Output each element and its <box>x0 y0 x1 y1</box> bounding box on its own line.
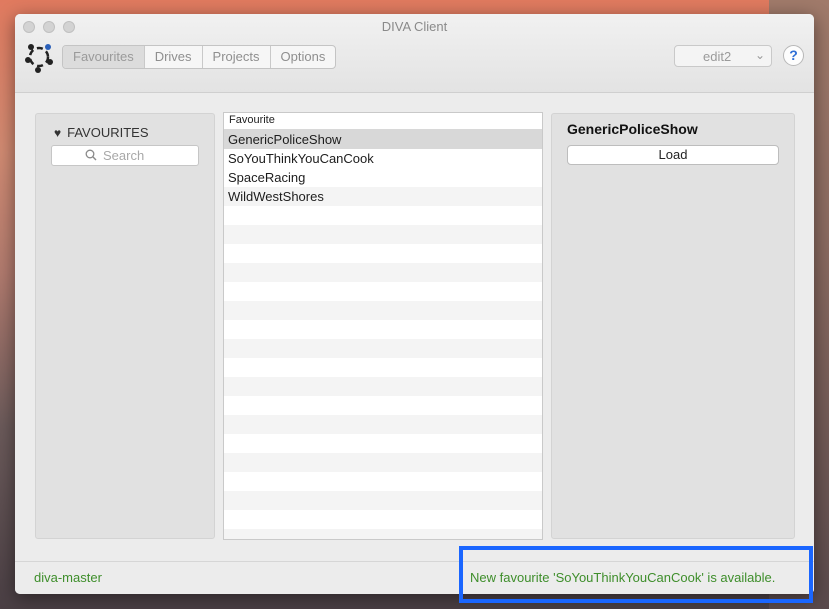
tab-projects[interactable]: Projects <box>203 46 271 68</box>
detail-panel: GenericPoliceShow Load <box>551 113 795 539</box>
empty-row <box>224 415 542 434</box>
detail-title: GenericPoliceShow <box>567 121 698 137</box>
empty-row <box>224 206 542 225</box>
empty-row <box>224 263 542 282</box>
status-message-highlight <box>459 546 813 603</box>
favourites-heading: ♥ FAVOURITES <box>54 125 149 140</box>
empty-row <box>224 301 542 320</box>
search-input[interactable]: Search <box>51 145 199 166</box>
table-row[interactable]: SoYouThinkYouCanCook <box>224 149 542 168</box>
empty-row <box>224 358 542 377</box>
empty-row <box>224 510 542 529</box>
empty-row <box>224 491 542 510</box>
empty-row <box>224 244 542 263</box>
tab-drives[interactable]: Drives <box>145 46 203 68</box>
table-row[interactable]: GenericPoliceShow <box>224 130 542 149</box>
titlebar: DIVA Client Favourites Drives Projects O… <box>15 14 814 93</box>
tab-favourites[interactable]: Favourites <box>63 46 145 68</box>
empty-row <box>224 453 542 472</box>
search-placeholder: Search <box>103 148 145 163</box>
server-status: diva-master <box>34 570 102 585</box>
app-window: DIVA Client Favourites Drives Projects O… <box>15 14 814 594</box>
empty-row <box>224 472 542 491</box>
empty-row <box>224 282 542 301</box>
chevron-down-icon: ⌄ <box>754 48 765 62</box>
favourites-sidebar: ♥ FAVOURITES Search <box>35 113 215 539</box>
load-button[interactable]: Load <box>567 145 779 165</box>
favourites-table[interactable]: Favourite GenericPoliceShow SoYouThinkYo… <box>223 112 543 540</box>
empty-row <box>224 377 542 396</box>
site-select-value: edit2 <box>703 49 732 64</box>
main-tabs: Favourites Drives Projects Options <box>62 45 337 69</box>
site-select[interactable]: edit2 ⌄ <box>674 45 772 67</box>
empty-row <box>224 225 542 244</box>
empty-row <box>224 320 542 339</box>
empty-row <box>224 339 542 358</box>
empty-row <box>224 396 542 415</box>
empty-row <box>224 434 542 453</box>
table-row[interactable]: SpaceRacing <box>224 168 542 187</box>
search-icon <box>85 149 97 161</box>
app-logo-icon <box>25 44 53 73</box>
favourites-heading-label: FAVOURITES <box>67 125 149 140</box>
tab-options[interactable]: Options <box>271 46 336 68</box>
window-title: DIVA Client <box>381 19 448 34</box>
table-row[interactable]: WildWestShores <box>224 187 542 206</box>
help-button[interactable]: ? <box>783 45 804 66</box>
empty-row <box>224 529 542 539</box>
column-header-favourite[interactable]: Favourite <box>224 113 542 130</box>
heart-icon: ♥ <box>54 126 62 140</box>
